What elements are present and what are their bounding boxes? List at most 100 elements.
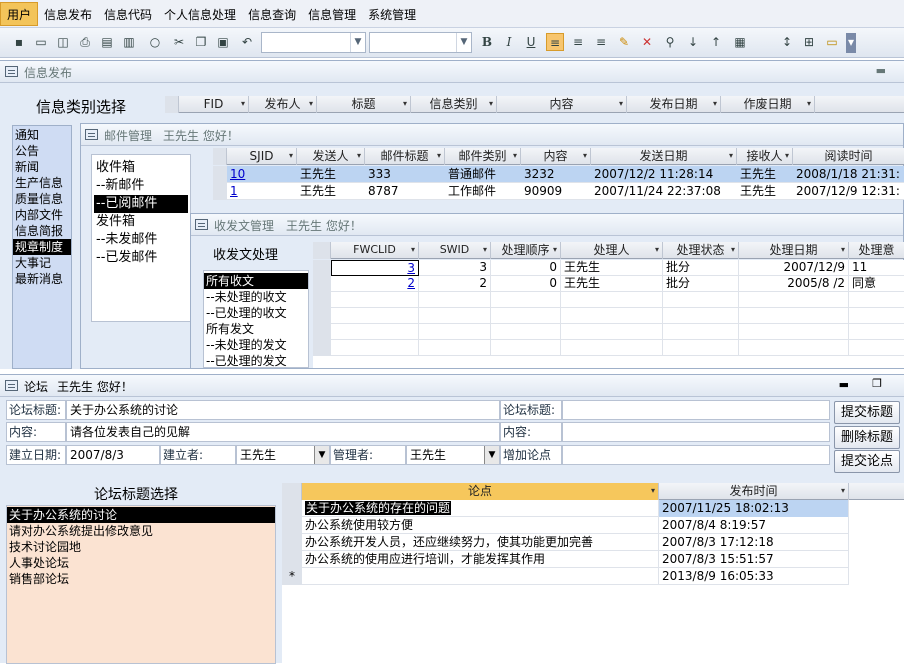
doc-list-item[interactable]: 所有收文 [204,273,308,289]
eraser-icon[interactable]: ✕ [638,33,656,51]
col-sjid[interactable]: SJID ▾ [227,148,297,165]
layout-icon[interactable]: ▤ [98,33,116,51]
category-item[interactable]: 规章制度 [13,239,71,255]
table-row[interactable]: * 2013/8/9 16:05:33 [282,568,849,585]
doc-list-item[interactable]: --已处理的收文 [204,305,308,321]
forum-title-field-2[interactable] [562,400,830,420]
topic-item[interactable]: 请对办公系统提出修改意见 [7,523,275,539]
chevron-down-icon[interactable]: ▼ [314,446,329,464]
table-row[interactable] [313,292,904,308]
category-item[interactable]: 新闻 [13,159,71,175]
col-title[interactable]: 标题 ▾ [317,96,411,113]
col-swid[interactable]: SWID ▾ [419,242,491,259]
row-selector[interactable] [282,517,302,534]
col-fid[interactable]: FID ▾ [179,96,249,113]
undo-icon[interactable]: ↶ [238,33,256,51]
align-right-icon[interactable]: ≡ [592,33,610,51]
mail-folder-item[interactable]: --新邮件 [94,177,188,195]
col-fwclid[interactable]: FWCLID ▾ [331,242,419,259]
menu-info-manage[interactable]: 信息管理 [302,3,362,27]
row-selector[interactable] [313,324,331,340]
open-icon[interactable]: ▭ [32,33,50,51]
col-category[interactable]: 信息类别 ▾ [411,96,497,113]
point-cell[interactable]: 办公系统使用较方便 [302,517,659,534]
category-item[interactable]: 质量信息 [13,191,71,207]
italic-icon[interactable]: I [500,33,518,51]
row-selector[interactable] [282,551,302,568]
table-row[interactable]: 关于办公系统的存在的问题 2007/11/25 18:02:13 [282,500,849,517]
row-selector[interactable] [282,500,302,517]
doc-list-item[interactable]: 所有发文 [204,321,308,337]
line-spacing-icon[interactable]: ↕ [778,33,796,51]
col-receiver[interactable]: 接收人 ▾ [737,148,793,165]
point-cell[interactable]: 关于办公系统的存在的问题 [302,500,659,517]
doc-list-item[interactable]: --已处理的发文 [204,353,308,369]
menu-info-query[interactable]: 信息查询 [242,3,302,27]
submit-point-button[interactable]: 提交论点 [834,450,900,473]
mail-folder-item[interactable]: --已阅邮件 [94,195,188,213]
minimize-icon[interactable]: ▬ [839,378,849,391]
table-row[interactable]: 10 王先生 333 普通邮件 3232 2007/12/2 11:28:14 王先生 200… [213,166,904,183]
mail-folder-item[interactable]: 发件箱 [94,213,188,231]
col-order[interactable]: 处理顺序 ▾ [491,242,561,259]
col-read-time[interactable]: 阅读时间 [793,148,904,165]
restore-icon[interactable]: ❐ [872,377,882,390]
col-opinion[interactable]: 处理意 [849,242,904,259]
row-selector[interactable]: * [282,568,302,585]
menu-personal-info[interactable]: 个人信息处理 [158,3,242,27]
row-selector[interactable] [313,340,331,356]
bold-icon[interactable]: B [478,33,496,51]
category-item[interactable]: 大事记 [13,255,71,271]
forum-content-field-2[interactable] [562,422,830,442]
category-item[interactable]: 内部文件 [13,207,71,223]
copy-icon[interactable]: ❐ [192,33,210,51]
layout2-icon[interactable]: ▥ [120,33,138,51]
mail-folder-item[interactable]: --已发邮件 [94,249,188,267]
col-sender[interactable]: 发送人 ▾ [297,148,365,165]
table-cell[interactable] [331,324,419,340]
topic-item[interactable]: 技术讨论园地 [7,539,275,555]
menu-system-manage[interactable]: 系统管理 [362,3,422,27]
category-item[interactable]: 最新消息 [13,271,71,287]
table-cell[interactable] [331,308,419,324]
grid-icon[interactable]: ▦ [731,33,749,51]
row-selector[interactable] [313,260,331,276]
doc-list-item[interactable]: --未处理的收文 [204,289,308,305]
table-row[interactable]: 办公系统使用较方便 2007/8/4 8:19:57 [282,517,849,534]
row-selector[interactable] [213,166,227,183]
col-mail-category[interactable]: 邮件类别 ▾ [445,148,521,165]
align-left-icon[interactable]: ≡ [546,33,564,51]
col-content[interactable]: 内容 ▾ [497,96,627,113]
insert-icon[interactable]: ⊞ [800,33,818,51]
col-publisher[interactable]: 发布人 ▾ [249,96,317,113]
paste-icon[interactable]: ▣ [214,33,232,51]
add-point-field[interactable] [562,445,830,465]
created-date-field[interactable]: 2007/8/3 [66,445,160,465]
table-row[interactable] [313,324,904,340]
delete-title-button[interactable]: 删除标题 [834,426,900,449]
forum-title-field[interactable]: 关于办公系统的讨论 [66,400,500,420]
point-cell[interactable] [302,568,659,585]
print-preview-icon[interactable]: ◫ [54,33,72,51]
underline-icon[interactable]: U [522,33,540,51]
print-icon[interactable]: ⎙ [76,33,94,51]
table-row[interactable] [313,308,904,324]
table-row[interactable]: 办公系统开发人员，还应继续努力，使其功能更加完善 2007/8/3 17:12:1… [282,534,849,551]
font-size-combo[interactable]: ▼ [369,32,472,53]
table-row[interactable]: 2 2 0 王先生 批分 2005/8 /2 同意 [313,276,904,292]
highlight-icon[interactable]: ✎ [615,33,633,51]
menu-info-publish[interactable]: 信息发布 [38,3,98,27]
table-row[interactable]: 1 王先生 8787 工作邮件 90909 2007/11/24 22:37:08 王先生 2… [213,183,904,200]
category-item[interactable]: 通知 [13,127,71,143]
col-mail-content[interactable]: 内容 ▾ [521,148,591,165]
submit-title-button[interactable]: 提交标题 [834,401,900,424]
doc-list-item[interactable]: --未处理的发文 [204,337,308,353]
col-void-date[interactable]: 作废日期 ▾ [721,96,815,113]
table-cell[interactable]: 10 [227,166,297,183]
menu-info-code[interactable]: 信息代码 [98,3,158,27]
sort-asc-icon[interactable]: ↓ [684,33,702,51]
mail-folder-item[interactable]: --未发邮件 [94,231,188,249]
col-point[interactable]: 论点 ▾ [302,483,659,500]
admin-field[interactable]: 王先生 ▼ [406,445,500,465]
folder-icon[interactable]: ▭ [823,33,841,51]
